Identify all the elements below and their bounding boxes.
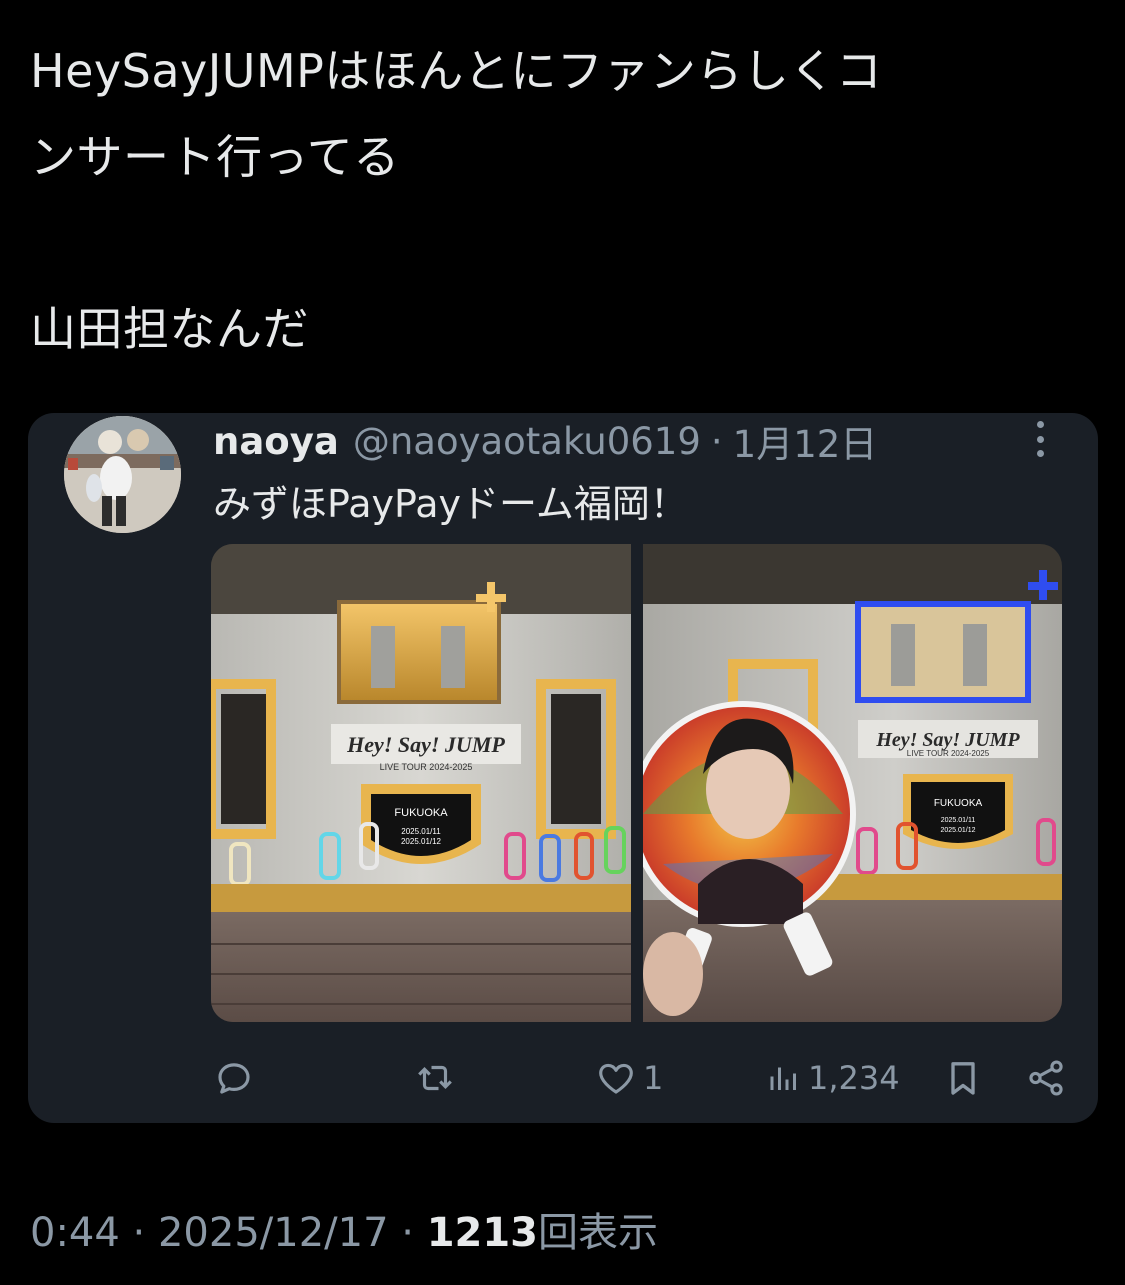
- separator: ·: [710, 419, 723, 463]
- plate-date: 2025.01/11: [401, 827, 441, 836]
- bookmark-button[interactable]: [943, 1048, 983, 1108]
- sign-subtitle: LIVE TOUR 2024-2025: [907, 749, 990, 758]
- plate-date: 2025.01/11: [941, 817, 976, 824]
- author-name[interactable]: naoya: [213, 420, 339, 463]
- reply-icon: [218, 1063, 250, 1094]
- more-options-icon[interactable]: [1024, 417, 1056, 461]
- sign-title: Hey! Say! JUMP: [875, 729, 1020, 751]
- plate-city: FUKUOKA: [394, 807, 448, 819]
- post-date[interactable]: 2025/12/17: [158, 1210, 389, 1256]
- plate-date: 2025.01/12: [401, 837, 442, 846]
- plate-city: FUKUOKA: [934, 798, 983, 809]
- bookmark-icon: [951, 1062, 975, 1095]
- repost-icon: [418, 1065, 452, 1091]
- post-text-line: 山田担なんだ: [30, 302, 309, 356]
- separator: ·: [401, 1210, 427, 1256]
- sign-subtitle: LIVE TOUR 2024-2025: [380, 762, 473, 772]
- share-icon: [1029, 1060, 1063, 1096]
- views-chart-icon: [770, 1067, 796, 1090]
- post-date[interactable]: 1月12日: [733, 414, 878, 468]
- share-button[interactable]: [1025, 1048, 1067, 1108]
- views-count: 1,234: [808, 1059, 900, 1097]
- author-handle[interactable]: @naoyaotaku0619: [353, 420, 701, 463]
- post-text-line: HeySayJUMPはほんとにファンらしくコ: [30, 44, 883, 98]
- post-time[interactable]: 0:44: [30, 1210, 120, 1256]
- quoted-post-header: naoya @naoyaotaku0619 · 1月12日: [213, 414, 878, 468]
- reply-button[interactable]: [213, 1048, 255, 1108]
- post-meta: 0:44 · 2025/12/17 · 1213回表示: [30, 1200, 658, 1258]
- post-photo-venue-sign[interactable]: Hey! Say! JUMP LIVE TOUR 2024-2025 FUKUO…: [211, 544, 631, 1022]
- post-photo-fan-uchiwa[interactable]: Hey! Say! JUMP LIVE TOUR 2024-2025 FUKUO…: [643, 544, 1062, 1022]
- heart-icon: [599, 1063, 633, 1094]
- like-button[interactable]: 1: [595, 1048, 663, 1108]
- like-count: 1: [643, 1059, 664, 1097]
- sign-title: Hey! Say! JUMP: [346, 732, 505, 757]
- post-text-line: ンサート行ってる: [30, 130, 400, 184]
- quoted-post-card[interactable]: naoya @naoyaotaku0619 · 1月12日 みずほPayPayド…: [28, 413, 1098, 1123]
- views-label: 回表示: [538, 1210, 659, 1256]
- avatar[interactable]: [64, 416, 181, 533]
- post-text: HeySayJUMPはほんとにファンらしくコ ンサート行ってる 山田担なんだ: [30, 28, 1080, 372]
- post-actions-bar: 1 1,234: [213, 1048, 1063, 1108]
- views-count: 1213: [426, 1210, 539, 1256]
- views-button[interactable]: 1,234: [766, 1048, 900, 1108]
- plate-date: 2025.01/12: [940, 827, 975, 834]
- repost-button[interactable]: [413, 1048, 457, 1108]
- separator: ·: [132, 1210, 158, 1256]
- quoted-post-text: みずほPayPayドーム福岡！: [213, 482, 688, 526]
